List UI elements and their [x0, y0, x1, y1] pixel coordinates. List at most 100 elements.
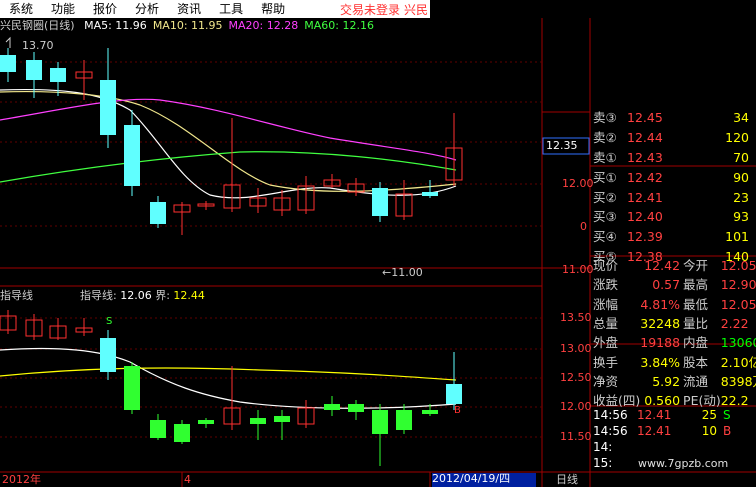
stat-label: 流通 — [683, 373, 709, 389]
candle-body — [198, 420, 214, 424]
order-volume: 23 — [733, 189, 749, 205]
order-side: 买① — [593, 169, 617, 185]
stock-chart-window: 系统 功能 报价 分析 资讯 工具 帮助 交易未登录 兴民 SB 兴民钢圈(日线) MA5:… — [0, 0, 756, 487]
tick-volume — [693, 439, 717, 455]
low-price-label: ←11.00 — [382, 266, 423, 279]
guide-line — [0, 347, 457, 409]
candle-body — [250, 418, 266, 424]
stat-label: 涨跌 — [593, 277, 619, 293]
order-volume: 34 — [733, 110, 749, 126]
order-volume: 70 — [733, 149, 749, 165]
candle-body — [396, 410, 412, 430]
order-volume: 101 — [725, 229, 749, 245]
month-label: 4 — [184, 473, 191, 486]
stat-value: 8398万 — [720, 373, 756, 389]
order-volume: 93 — [733, 209, 749, 225]
stat-label: 外盘 — [593, 335, 619, 351]
tick-direction — [717, 439, 737, 455]
tick-price: 12.41 — [637, 424, 672, 438]
candle-body — [348, 404, 364, 412]
tick-volume: 25 — [701, 408, 717, 422]
candle-body — [422, 410, 438, 414]
ma10-line — [0, 90, 457, 192]
order-book-row[interactable]: 卖① 12.43 70 — [593, 148, 749, 168]
order-side: 卖② — [593, 130, 617, 146]
candle-body — [446, 384, 462, 404]
stat-row: 外盘 19188内盘 13060 — [593, 333, 756, 352]
high-price-label: 13.70 — [22, 39, 54, 52]
axis-label-11: 11.00 — [562, 263, 594, 276]
tick-volume: 10 — [701, 424, 717, 438]
stat-label: 最低 — [683, 296, 709, 312]
chart-title: 兴民钢圈(日线) — [0, 19, 75, 32]
sub-pane-title: 指导线 — [0, 289, 33, 302]
order-book-row[interactable]: 买① 12.42 90 — [593, 167, 749, 187]
stat-value: 4.81% — [640, 296, 681, 312]
order-side: 买② — [593, 189, 617, 205]
stat-label: 股本 — [683, 354, 709, 370]
candle-body — [0, 55, 16, 72]
stat-row: 现价 12.42 今开 12.05 — [593, 256, 756, 275]
sub-axis-label: 12.00 — [560, 400, 592, 413]
order-side: 卖① — [593, 149, 617, 165]
stat-label: 净资 — [593, 373, 619, 389]
tick-direction: B — [723, 424, 732, 438]
stat-label: 换手 — [593, 354, 619, 370]
stat-value: 12.05 — [720, 296, 756, 312]
candle-body — [124, 125, 140, 186]
order-book-row[interactable]: 买④ 12.39 101 — [593, 227, 749, 247]
order-book-row[interactable]: 卖③ 12.45 34 — [593, 108, 749, 128]
stat-value: 12.90 — [720, 277, 756, 293]
stat-label: 最高 — [683, 277, 709, 293]
stat-value: 12.42 — [644, 258, 681, 274]
stat-row: 换手 3.84% 股本 2.10亿 — [593, 352, 756, 371]
order-price: 12.43 — [627, 149, 663, 165]
sub-legend: 指导线: 12.06 界: 12.44 — [80, 289, 205, 303]
order-volume: 90 — [733, 169, 749, 185]
main-title: 兴民钢圈(日线) MA5: 11.96 MA10: 11.95 MA20: 12.2… — [0, 19, 374, 33]
stat-label: 现价 — [593, 258, 619, 274]
stat-value: 13060 — [720, 335, 756, 351]
axis-label-zero: 0 — [580, 220, 587, 233]
order-book-row[interactable]: 买② 12.41 23 — [593, 187, 749, 207]
quote-stats: 现价 12.42 今开 12.05 涨跌 0.57 最高 12.90 涨幅 4.81% 最低 12.0… — [593, 256, 756, 410]
stat-label: 今开 — [683, 258, 709, 274]
stat-row: 涨幅 4.81% 最低 12.05 — [593, 295, 756, 314]
ma20-line — [0, 98, 457, 161]
candle-body — [174, 424, 190, 442]
period-button[interactable]: 日线 — [556, 474, 578, 486]
order-price: 12.45 — [627, 110, 663, 126]
ma5-line — [0, 88, 457, 199]
signal-mark-s: S — [106, 316, 112, 327]
candle-body — [100, 338, 116, 372]
stat-row: 净资 5.92流通 8398万 — [593, 372, 756, 391]
stat-label: 量比 — [683, 316, 709, 332]
stat-row: 总量 32248 量比 2.22 — [593, 314, 756, 333]
order-book-row[interactable]: 买③ 12.40 93 — [593, 207, 749, 227]
stat-row: 涨跌 0.57 最高 12.90 — [593, 275, 756, 294]
order-price: 12.44 — [627, 130, 663, 146]
candle-body — [150, 420, 166, 438]
sub-legend-value: 12.44 — [173, 289, 205, 302]
tick-time: 14: — [593, 440, 613, 454]
stat-value: 12.05 — [720, 258, 756, 274]
ma-legend-item: MA10: 11.95 — [152, 19, 223, 32]
boundary-line — [0, 367, 457, 381]
candle-body — [100, 80, 116, 135]
ma-legend-item: MA60: 12.16 — [304, 19, 374, 32]
tick-time: 14:56 — [593, 408, 628, 422]
tick-row: 14: — [593, 439, 737, 455]
stat-value: 2.10亿 — [720, 354, 756, 370]
tick-price — [637, 439, 693, 455]
order-side: 买④ — [593, 229, 617, 245]
stat-value: 0.57 — [652, 277, 681, 293]
candle-body — [124, 366, 140, 410]
order-book-row[interactable]: 卖② 12.44 120 — [593, 128, 749, 148]
ma-legend-item: MA20: 12.28 — [228, 19, 299, 32]
stat-value: 19188 — [640, 335, 681, 351]
candle-body — [26, 60, 42, 80]
candle-body — [372, 188, 388, 216]
order-side: 卖③ — [593, 110, 617, 126]
order-price: 12.42 — [627, 169, 663, 185]
cursor-date-label: 2012/04/19/四 — [432, 473, 536, 487]
